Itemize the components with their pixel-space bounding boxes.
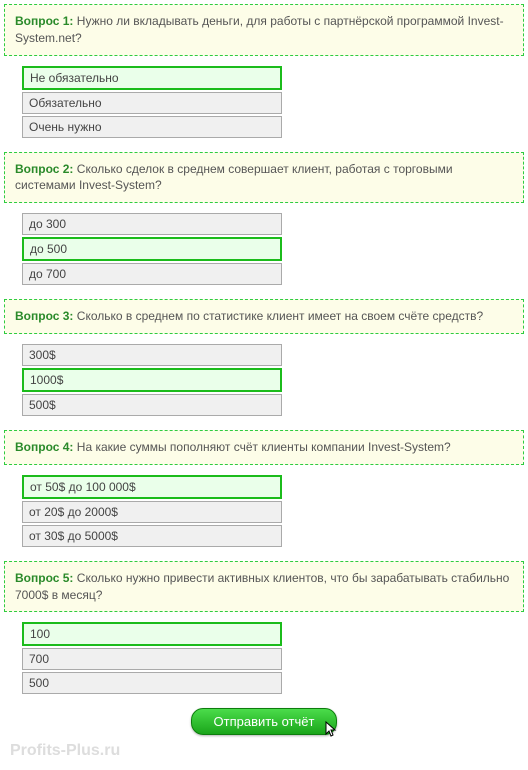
question-text: Нужно ли вкладывать деньги, для работы с… — [15, 14, 504, 45]
question-box: Вопрос 2: Сколько сделок в среднем совер… — [4, 152, 524, 204]
options-group: 100700500 — [22, 622, 524, 694]
question-box: Вопрос 5: Сколько нужно привести активны… — [4, 561, 524, 613]
option-item[interactable]: 300$ — [22, 344, 282, 366]
watermark: Profits-Plus.ru — [10, 742, 120, 760]
option-item[interactable]: 500 — [22, 672, 282, 694]
option-item[interactable]: до 300 — [22, 213, 282, 235]
option-item[interactable]: от 20$ до 2000$ — [22, 501, 282, 523]
option-item[interactable]: 1000$ — [22, 368, 282, 392]
option-item[interactable]: Не обязательно — [22, 66, 282, 90]
option-item[interactable]: 500$ — [22, 394, 282, 416]
options-group: от 50$ до 100 000$от 20$ до 2000$от 30$ … — [22, 475, 524, 547]
option-item[interactable]: 100 — [22, 622, 282, 646]
question-label: Вопрос 2: — [15, 162, 73, 176]
submit-area: Отправить отчёт — [4, 708, 524, 735]
option-item[interactable]: Обязательно — [22, 92, 282, 114]
question-box: Вопрос 3: Сколько в среднем по статистик… — [4, 299, 524, 334]
question-text: На какие суммы пополняют счёт клиенты ко… — [77, 440, 451, 454]
option-item[interactable]: Очень нужно — [22, 116, 282, 138]
question-label: Вопрос 4: — [15, 440, 73, 454]
option-item[interactable]: от 30$ до 5000$ — [22, 525, 282, 547]
question-text: Сколько сделок в среднем совершает клиен… — [15, 162, 453, 193]
question-text: Сколько в среднем по статистике клиент и… — [77, 309, 483, 323]
option-item[interactable]: 700 — [22, 648, 282, 670]
question-label: Вопрос 3: — [15, 309, 73, 323]
question-box: Вопрос 4: На какие суммы пополняют счёт … — [4, 430, 524, 465]
option-item[interactable]: до 500 — [22, 237, 282, 261]
option-item[interactable]: до 700 — [22, 263, 282, 285]
options-group: Не обязательноОбязательноОчень нужно — [22, 66, 524, 138]
question-label: Вопрос 1: — [15, 14, 73, 28]
options-group: до 300до 500до 700 — [22, 213, 524, 285]
option-item[interactable]: от 50$ до 100 000$ — [22, 475, 282, 499]
options-group: 300$1000$500$ — [22, 344, 524, 416]
question-box: Вопрос 1: Нужно ли вкладывать деньги, дл… — [4, 4, 524, 56]
question-text: Сколько нужно привести активных клиентов… — [15, 571, 509, 602]
question-label: Вопрос 5: — [15, 571, 73, 585]
submit-button[interactable]: Отправить отчёт — [191, 708, 338, 735]
